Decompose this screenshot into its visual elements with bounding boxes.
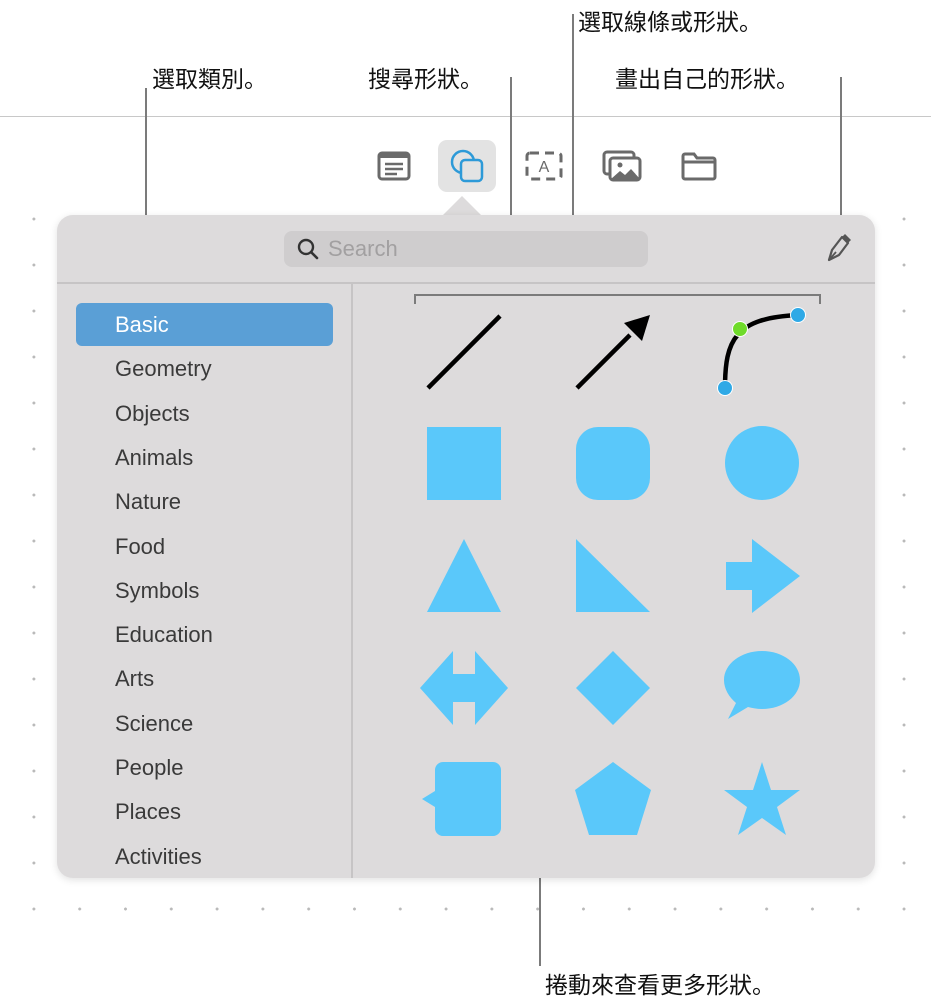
shape-arrow[interactable] [575,315,650,390]
shape-speech-bubble[interactable] [724,651,800,719]
shape-triangle[interactable] [427,539,501,612]
shape-pentagon[interactable] [575,762,651,835]
shapes-grid [420,307,806,836]
shape-rounded-square[interactable] [576,427,650,500]
shape-callout-square[interactable] [422,762,501,836]
shape-right-triangle[interactable] [576,539,650,612]
shape-square[interactable] [427,427,501,500]
shape-diamond[interactable] [576,651,650,725]
shape-curve[interactable] [717,307,806,396]
shape-arrow-right[interactable] [726,539,800,613]
shape-double-arrow[interactable] [420,651,508,725]
shape-star[interactable] [724,762,800,835]
shape-line[interactable] [426,314,502,390]
shape-circle[interactable] [725,426,799,500]
